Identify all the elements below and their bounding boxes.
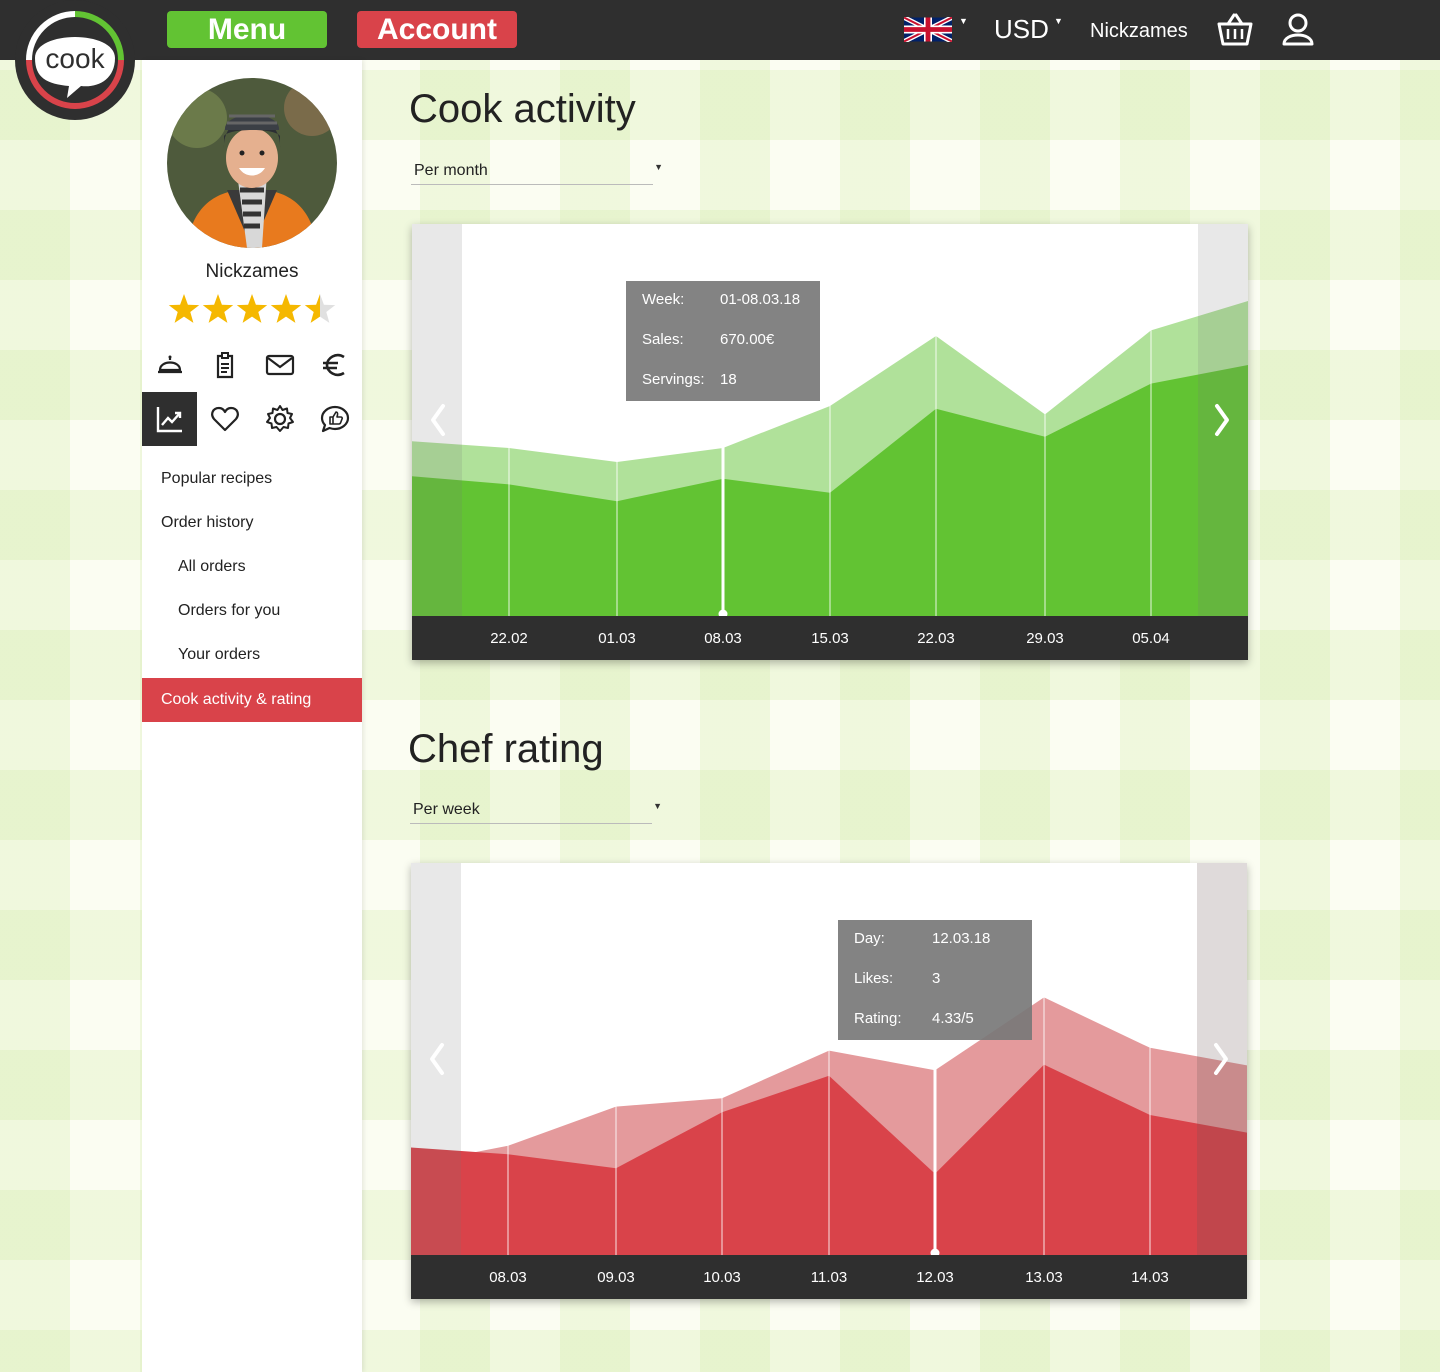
x-tick-label[interactable]: 15.03 xyxy=(811,630,849,647)
star-icon xyxy=(202,294,234,323)
top-username[interactable]: Nickzames xyxy=(1090,20,1188,43)
cloche-icon xyxy=(158,355,182,374)
activity-period-value: Per month xyxy=(414,162,488,179)
x-tick-label[interactable]: 11.03 xyxy=(811,1269,847,1286)
uk-flag-icon[interactable] xyxy=(904,17,952,42)
avatar[interactable] xyxy=(167,78,337,248)
sidebar-link-orders-for-you[interactable]: Orders for you xyxy=(178,602,280,620)
rating-stars xyxy=(168,294,336,323)
activity-button[interactable] xyxy=(142,392,197,446)
chat-thumb-icon xyxy=(320,405,350,433)
cook-logo[interactable]: cook xyxy=(15,0,135,120)
sidebar-link-your-orders[interactable]: Your orders xyxy=(178,646,260,664)
scroll-left-overlay[interactable] xyxy=(412,224,462,616)
orders-cloche-button[interactable] xyxy=(142,338,197,392)
scroll-left-overlay[interactable] xyxy=(411,863,461,1255)
x-tick-label[interactable]: 01.03 xyxy=(598,630,636,647)
scroll-right-tint xyxy=(1197,863,1247,1255)
chef-rating-title: Chef rating xyxy=(408,727,604,771)
chef-rating-chart: 08.03 09.03 10.03 11.03 12.03 13.03 14.03 Day:… xyxy=(411,863,1247,1299)
cook-activity-svg: 22.02 01.03 08.03 15.03 22.03 29.03 05.04 xyxy=(412,224,1248,660)
rating-tooltip: Day: 12.03.18 Likes: 3 Rating: 4.33/5 xyxy=(838,920,1032,1040)
sidebar-link-order-history[interactable]: Order history xyxy=(161,514,253,532)
currency-select[interactable]: USD xyxy=(994,14,1049,45)
tooltip-sales-value: 670.00€ xyxy=(720,331,775,348)
profile-name: Nickzames xyxy=(205,261,299,282)
tooltip-rating-label: Rating: xyxy=(854,1010,902,1027)
chevron-down-icon: ▼ xyxy=(654,162,663,172)
favorites-button[interactable] xyxy=(197,392,252,446)
x-tick-label[interactable]: 29.03 xyxy=(1026,630,1064,647)
cook-activity-title: Cook activity xyxy=(409,87,636,131)
x-tick-label[interactable]: 08.03 xyxy=(489,1269,527,1286)
euro-icon xyxy=(323,353,345,377)
tooltip-week-label: Week: xyxy=(642,291,685,308)
reviews-button[interactable] xyxy=(307,392,362,446)
tooltip-likes-label: Likes: xyxy=(854,970,894,987)
rating-period-value: Per week xyxy=(413,801,480,818)
logo-text: cook xyxy=(45,43,105,74)
mail-icon xyxy=(265,354,295,376)
scroll-right-overlay[interactable] xyxy=(1198,224,1248,616)
x-tick-label[interactable]: 12.03 xyxy=(916,1269,954,1286)
tooltip-rating-value: 4.33/5 xyxy=(932,1010,974,1027)
menu-button[interactable]: Menu xyxy=(167,11,327,48)
x-tick-label[interactable]: 08.03 xyxy=(704,630,742,647)
user-icon[interactable] xyxy=(1280,12,1316,46)
sidebar-link-all-orders[interactable]: All orders xyxy=(178,558,246,576)
currency-caret-icon[interactable]: ▼ xyxy=(1054,16,1063,26)
chef-rating-svg: 08.03 09.03 10.03 11.03 12.03 13.03 14.03 xyxy=(411,863,1247,1299)
tooltip-sales-label: Sales: xyxy=(642,331,684,348)
chevron-down-icon: ▼ xyxy=(653,801,662,811)
tooltip-week-value: 01-08.03.18 xyxy=(720,291,801,308)
x-tick-label[interactable]: 22.03 xyxy=(917,630,955,647)
star-icon xyxy=(304,294,336,323)
chart-icon xyxy=(156,407,182,433)
language-caret-icon[interactable]: ▼ xyxy=(959,16,968,26)
gear-icon xyxy=(266,405,294,432)
tooltip-day-value: 12.03.18 xyxy=(932,930,991,947)
sidebar: Nickzames Popular recipes Order history … xyxy=(142,60,362,1372)
tooltip-day-label: Day: xyxy=(854,930,885,947)
sidebar-active-label: Cook activity & rating xyxy=(161,691,312,708)
settings-button[interactable] xyxy=(252,392,307,446)
activity-tooltip: Week: 01-08.03.18 Sales: 670.00€ Servings:… xyxy=(626,281,820,401)
cook-activity-chart: 22.02 01.03 08.03 15.03 22.03 29.03 05.04 Week… xyxy=(412,224,1248,660)
star-icon xyxy=(168,294,200,323)
recipes-button[interactable] xyxy=(197,338,252,392)
tooltip-servings-value: 18 xyxy=(720,371,737,388)
sidebar-link-cook-activity-rating[interactable]: Cook activity & rating xyxy=(142,678,362,722)
tooltip-servings-label: Servings: xyxy=(642,371,705,388)
x-tick-label[interactable]: 10.03 xyxy=(703,1269,741,1286)
x-tick-label[interactable]: 22.02 xyxy=(490,630,528,647)
basket-icon[interactable] xyxy=(1217,12,1253,46)
star-icon xyxy=(236,294,268,323)
star-icon xyxy=(270,294,302,323)
activity-period-select[interactable]: Per month ▼ xyxy=(411,160,663,185)
rating-period-select[interactable]: Per week ▼ xyxy=(410,799,662,824)
x-tick-label[interactable]: 05.04 xyxy=(1132,630,1170,647)
x-tick-label[interactable]: 09.03 xyxy=(597,1269,635,1286)
account-button[interactable]: Account xyxy=(357,11,517,48)
tooltip-likes-value: 3 xyxy=(932,970,941,987)
heart-icon xyxy=(211,406,239,432)
payments-button[interactable] xyxy=(307,338,362,392)
messages-button[interactable] xyxy=(252,338,307,392)
x-tick-label[interactable]: 14.03 xyxy=(1131,1269,1169,1286)
top-bar: Menu Account ▼ USD ▼ Nickzames xyxy=(0,0,1440,60)
sidebar-link-popular-recipes[interactable]: Popular recipes xyxy=(161,470,272,488)
clipboard-icon xyxy=(216,352,234,379)
x-tick-label[interactable]: 13.03 xyxy=(1025,1269,1063,1286)
